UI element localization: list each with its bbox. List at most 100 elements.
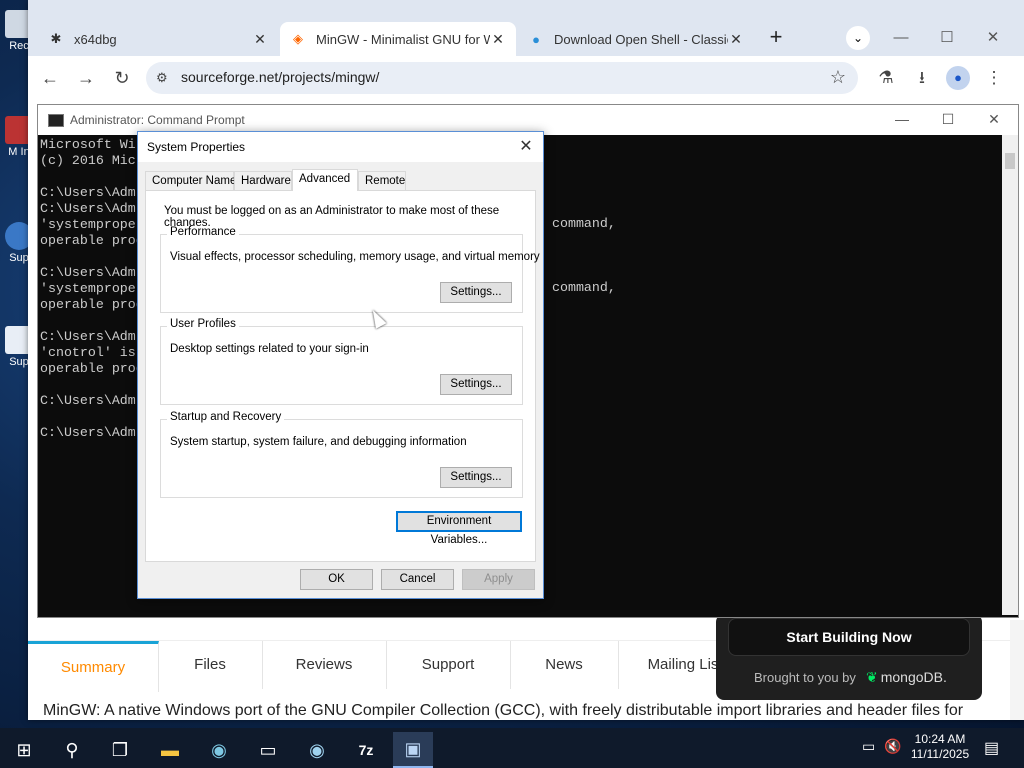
nav-tab-reviews[interactable]: Reviews [262, 641, 387, 689]
cmd-title: Administrator: Command Prompt [70, 113, 245, 127]
browser-tabstrip: ✱ x64dbg ✕ ◈ MinGW - Minimalist GNU for … [28, 0, 1024, 56]
cancel-button[interactable]: Cancel [381, 569, 454, 590]
globe-icon: ◉ [309, 739, 325, 760]
ok-button[interactable]: OK [300, 569, 373, 590]
reload-icon: ↻ [114, 68, 130, 88]
cmd-icon [48, 114, 64, 127]
arrow-right-icon: → [77, 68, 95, 88]
dialog-titlebar[interactable]: System Properties ✕ [138, 132, 543, 162]
person-icon: ● [954, 70, 962, 85]
globe-icon: ● [532, 31, 540, 47]
leaf-icon: ❦ [866, 669, 878, 685]
taskbar-cmd[interactable]: ▭ [248, 732, 288, 768]
user-profiles-settings-button[interactable]: Settings... [440, 374, 512, 395]
group-description: System startup, system failure, and debu… [170, 436, 467, 448]
cmd-scrollbar[interactable] [1002, 135, 1018, 615]
taskbar-system-properties[interactable]: ▣ [393, 732, 433, 768]
terminal-icon: ▭ [259, 739, 277, 760]
tab-title: Download Open Shell - Classic [554, 31, 728, 47]
group-description: Desktop settings related to your sign-in [170, 343, 369, 355]
profile-avatar[interactable]: ● [946, 66, 970, 90]
close-tab-icon[interactable]: ✕ [490, 31, 506, 48]
tab-mingw[interactable]: ◈ MinGW - Minimalist GNU for W ✕ [280, 22, 516, 56]
nav-tab-support[interactable]: Support [386, 641, 511, 689]
taskbar-7zip[interactable]: 7z [346, 732, 386, 768]
reload-button[interactable]: ↻ [108, 64, 136, 92]
group-title: User Profiles [167, 318, 239, 330]
browser-toolbar: ← → ↻ ⚙ sourceforge.net/projects/mingw/ … [28, 56, 1024, 100]
cmd-maximize-button[interactable]: ☐ [934, 111, 962, 128]
close-icon[interactable]: ✕ [515, 136, 537, 158]
startup-recovery-settings-button[interactable]: Settings... [440, 467, 512, 488]
desktop-icon-label: Sup [9, 356, 29, 368]
notification-icon[interactable]: ▤ [984, 738, 999, 758]
dialog-title: System Properties [147, 140, 246, 154]
performance-settings-button[interactable]: Settings... [440, 282, 512, 303]
network-icon[interactable]: ▭ [862, 738, 875, 755]
chrome-icon: ◉ [211, 739, 227, 760]
group-performance: Performance Visual effects, processor sc… [160, 226, 540, 313]
start-button[interactable]: ⊞ [4, 732, 44, 768]
tab-title: x64dbg [74, 31, 117, 47]
task-view-icon: ❐ [111, 739, 129, 760]
folder-icon: ▬ [161, 739, 179, 760]
ad-cta-button[interactable]: Start Building Now [728, 618, 970, 656]
desktop-icon-label: Rec [9, 40, 29, 52]
tab-open-shell[interactable]: ● Download Open Shell - Classic ✕ [518, 22, 754, 56]
nav-tab-news[interactable]: News [510, 641, 619, 689]
close-window-button[interactable]: ✕ [978, 26, 1008, 50]
taskbar-chrome[interactable]: ◉ [199, 732, 239, 768]
address-url[interactable]: sourceforge.net/projects/mingw/ [181, 69, 379, 85]
group-title: Performance [167, 226, 239, 238]
forward-button[interactable]: → [72, 64, 100, 92]
scroll-thumb[interactable] [1005, 153, 1015, 169]
menu-kebab-icon[interactable]: ⋮ [980, 64, 1008, 92]
system-properties-icon: ▣ [404, 738, 422, 759]
desktop-icon-label: M In [8, 146, 30, 158]
cmd-minimize-button[interactable]: — [888, 111, 916, 127]
new-tab-button[interactable]: + [764, 26, 788, 50]
labs-icon[interactable]: ⚗ [872, 64, 900, 92]
tab-title: MinGW - Minimalist GNU for W [316, 31, 490, 47]
maximize-button[interactable]: ☐ [932, 26, 962, 50]
nav-tab-summary[interactable]: Summary [28, 641, 159, 692]
cmd-close-button[interactable]: ✕ [980, 111, 1008, 128]
volume-muted-icon[interactable]: 🔇 [884, 738, 901, 755]
back-button[interactable]: ← [36, 64, 64, 92]
arrow-left-icon: ← [41, 68, 59, 88]
project-description: MinGW: A native Windows port of the GNU … [43, 702, 964, 719]
close-tab-icon[interactable]: ✕ [252, 31, 268, 48]
7zip-icon: 7z [358, 742, 374, 758]
search-button[interactable]: ⚲ [52, 732, 92, 768]
clock-time: 10:24 AM [914, 732, 966, 746]
environment-variables-button[interactable]: Environment Variables... [396, 511, 522, 546]
address-bar[interactable]: ⚙ sourceforge.net/projects/mingw/ ☆ [146, 62, 858, 94]
group-description: Visual effects, processor scheduling, me… [170, 251, 540, 263]
ad-sponsor-text: Brought to you by [754, 670, 856, 685]
cmd-output-right: command, command, [552, 216, 616, 295]
system-clock[interactable]: 10:24 AM 11/11/2025 [904, 732, 976, 762]
apply-button: Apply [462, 569, 535, 590]
taskbar-file-explorer[interactable]: ▬ [150, 732, 190, 768]
taskbar-app[interactable]: ◉ [297, 732, 337, 768]
ad-brand[interactable]: ❦ mongoDB. [866, 669, 947, 686]
page-scrollbar[interactable] [1010, 620, 1024, 720]
tab-search-button[interactable]: ⌄ [846, 26, 870, 50]
tab-remote[interactable]: Remote [358, 171, 406, 190]
tab-advanced[interactable]: Advanced [292, 169, 358, 191]
download-icon[interactable]: ⭳ [908, 64, 936, 92]
bug-icon: ✱ [50, 31, 62, 46]
tab-hardware[interactable]: Hardware [234, 171, 292, 190]
tab-x64dbg[interactable]: ✱ x64dbg ✕ [38, 22, 278, 56]
site-info-icon[interactable]: ⚙ [156, 70, 168, 86]
taskbar: ⊞ ⚲ ❐ ▬ ◉ ▭ ◉ 7z ▣ ▭ 🔇 10:24 AM 11/11/20… [0, 728, 1024, 768]
group-title: Startup and Recovery [167, 411, 285, 423]
close-tab-icon[interactable]: ✕ [728, 31, 744, 48]
task-view-button[interactable]: ❐ [100, 732, 140, 768]
windows-logo-icon: ⊞ [16, 739, 32, 760]
nav-tab-files[interactable]: Files [158, 641, 263, 689]
tab-computer-name[interactable]: Computer Name [145, 171, 236, 190]
bookmark-star-icon[interactable]: ☆ [830, 67, 846, 88]
group-user-profiles: User Profiles Desktop settings related t… [160, 318, 523, 405]
minimize-button[interactable]: — [886, 26, 916, 50]
